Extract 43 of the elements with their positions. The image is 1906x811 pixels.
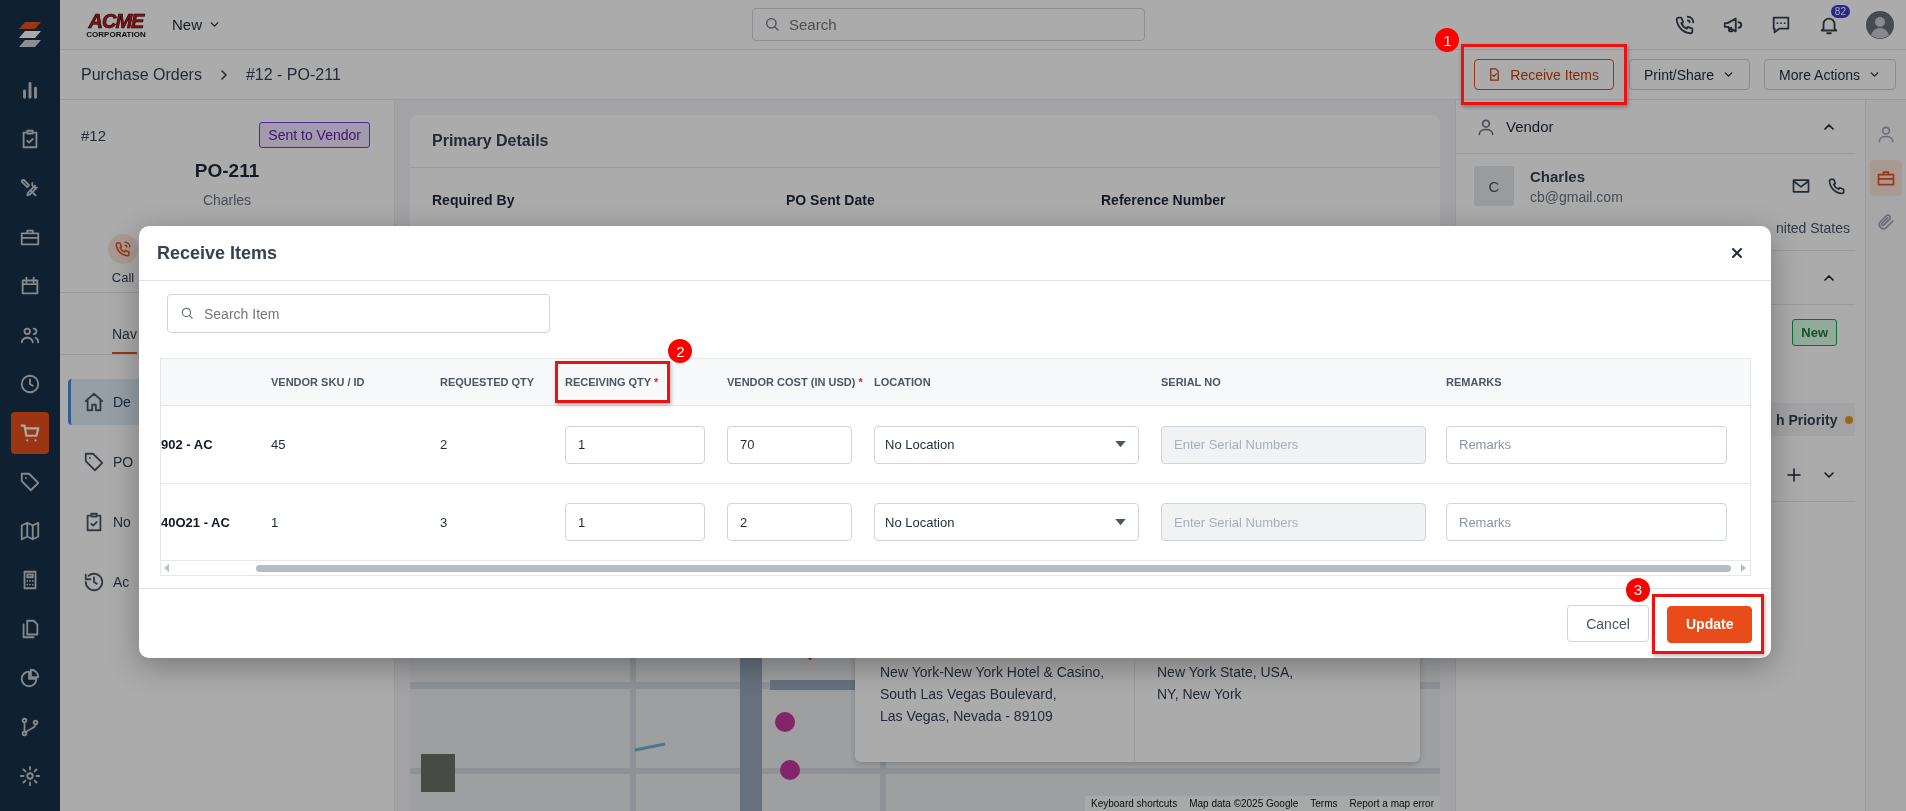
notification-count: 82 <box>1830 4 1850 18</box>
order-title: PO-211 <box>193 160 261 182</box>
address-line: South Las Vegas Boulevard, <box>880 685 1058 704</box>
step-badge: 2 <box>668 339 693 363</box>
step-badge: 1 <box>1435 28 1460 52</box>
address-line: New York-New York Hotel & Casino, <box>880 663 1106 682</box>
vendor-name: Charles <box>201 192 253 208</box>
serial-field: Enter Serial Numbers <box>1161 503 1426 541</box>
vendor-email: cb@gmail.com <box>1530 188 1624 205</box>
brand-logo-subtext: CORPORATION <box>86 30 146 39</box>
address-line: NY, New York <box>1157 685 1243 704</box>
section-title: Vendor <box>1506 118 1554 135</box>
serial-field: Enter Serial Numbers <box>1161 425 1426 464</box>
column-header: SERIAL NO <box>1161 376 1221 388</box>
order-number: #12 <box>81 126 107 144</box>
column-header: RECEIVING QTY * <box>565 376 659 388</box>
item-name: 40O21 - AC <box>161 514 230 530</box>
vendor-avatar: C <box>1474 166 1514 206</box>
field-label: PO Sent Date <box>786 192 876 208</box>
action-label: Call <box>111 270 135 285</box>
address-line: Las Vegas, Nevada - 89109 <box>880 707 1054 726</box>
modal-title: Receive Items <box>157 242 278 264</box>
table-cell: 1 <box>271 514 279 530</box>
table-cell: 2 <box>440 437 448 452</box>
column-header: VENDOR COST (IN USD) * <box>727 376 863 388</box>
table-cell: 3 <box>440 514 448 530</box>
brand-logo-text: ACME <box>88 10 144 31</box>
field-label: Required By <box>432 192 516 208</box>
section-title: Primary Details <box>410 115 1440 168</box>
item-name: 902 - AC <box>161 437 213 452</box>
column-header: REQUESTED QTY <box>440 376 535 388</box>
breadcrumb-current: #12 - PO-211 <box>245 65 341 84</box>
column-header: REMARKS <box>1446 376 1502 388</box>
field-label: Reference Number <box>1101 192 1227 208</box>
address-line: New York State, USA, <box>1157 663 1295 682</box>
vendor-name: Charles <box>1530 167 1587 185</box>
table-cell: 45 <box>271 437 286 452</box>
column-header: VENDOR SKU / ID <box>271 376 365 388</box>
status-badge: New <box>1792 319 1837 346</box>
column-header: LOCATION <box>874 376 931 388</box>
step-badge: 3 <box>1626 577 1650 602</box>
status-badge: Sent to Vendor <box>259 122 370 148</box>
priority-label: h Priority <box>1776 411 1838 428</box>
